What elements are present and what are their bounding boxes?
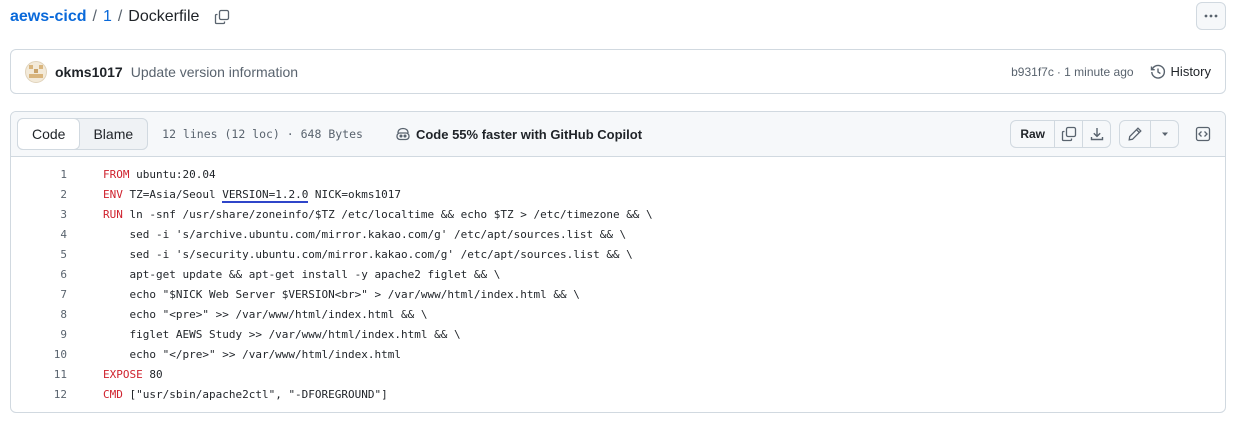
line-content[interactable]: CMD ["usr/sbin/apache2ctl", "-DFOREGROUN…	[103, 388, 388, 401]
code-text: 80	[142, 367, 163, 381]
line-number[interactable]: 6	[11, 268, 67, 281]
line-number[interactable]: 11	[11, 368, 67, 381]
raw-actions-group: Raw	[1010, 120, 1111, 148]
file-viewer: Code Blame 12 lines (12 loc) · 648 Bytes…	[10, 111, 1226, 413]
code-line: 11 EXPOSE 80	[11, 364, 1225, 384]
download-button[interactable]	[1082, 121, 1110, 147]
code-line: 5 sed -i 's/security.ubuntu.com/mirror.k…	[11, 244, 1225, 264]
view-mode-toggle: Code Blame	[17, 118, 149, 150]
code-text: echo "$NICK Web Server $VERSION<br>" > /…	[103, 287, 580, 301]
copy-icon	[1061, 126, 1076, 142]
line-content[interactable]: ENV TZ=Asia/Seoul VERSION=1.2.0 NICK=okm…	[103, 187, 402, 203]
edit-dropdown-button[interactable]	[1150, 121, 1178, 147]
code-line: 3 RUN ln -snf /usr/share/zoneinfo/$TZ /e…	[11, 204, 1225, 224]
code-line: 4 sed -i 's/archive.ubuntu.com/mirror.ka…	[11, 224, 1225, 244]
avatar[interactable]	[25, 60, 47, 83]
line-number[interactable]: 2	[11, 188, 67, 201]
line-content[interactable]: EXPOSE 80	[103, 368, 163, 381]
copilot-promo-link[interactable]: Code 55% faster with GitHub Copilot	[395, 126, 642, 142]
commit-info: b931f7c · 1 minute ago History	[1011, 64, 1211, 80]
code-line: 10 echo "</pre>" >> /var/www/html/index.…	[11, 344, 1225, 364]
edit-actions-group	[1119, 120, 1179, 148]
line-number[interactable]: 3	[11, 208, 67, 221]
edit-file-button[interactable]	[1120, 121, 1150, 147]
code-text: TZ=Asia/Seoul	[122, 187, 223, 201]
file-header: Code Blame 12 lines (12 loc) · 648 Bytes…	[11, 112, 1225, 157]
pencil-icon	[1128, 127, 1142, 141]
tab-blame[interactable]: Blame	[79, 119, 147, 149]
code-square-icon	[1195, 126, 1211, 142]
code-line: 2 ENV TZ=Asia/Seoul VERSION=1.2.0 NICK=o…	[11, 184, 1225, 204]
code-text: echo "</pre>" >> /var/www/html/index.htm…	[103, 347, 402, 361]
history-icon	[1150, 64, 1165, 79]
highlighted-version-text: VERSION=1.2.0	[222, 187, 309, 203]
line-content[interactable]: sed -i 's/security.ubuntu.com/mirror.kak…	[103, 247, 633, 261]
file-actions: Raw	[1010, 120, 1217, 148]
history-label: History	[1170, 64, 1211, 79]
copy-raw-button[interactable]	[1054, 121, 1082, 147]
line-content[interactable]: RUN ln -snf /usr/share/zoneinfo/$TZ /etc…	[103, 208, 653, 221]
line-number[interactable]: 4	[11, 228, 67, 241]
line-number[interactable]: 8	[11, 308, 67, 321]
code-keyword: CMD	[103, 387, 123, 401]
commit-message[interactable]: Update version information	[131, 64, 298, 80]
breadcrumb: aews-cicd / 1 / Dockerfile	[10, 4, 233, 30]
code-keyword: FROM	[103, 167, 130, 181]
code-line: 12 CMD ["usr/sbin/apache2ctl", "-DFOREGR…	[11, 384, 1225, 404]
breadcrumb-separator: /	[117, 8, 123, 25]
line-content[interactable]: echo "$NICK Web Server $VERSION<br>" > /…	[103, 287, 580, 301]
code-line: 8 echo "<pre>" >> /var/www/html/index.ht…	[11, 304, 1225, 324]
commit-author[interactable]: okms1017	[55, 64, 123, 80]
code-text: ubuntu:20.04	[129, 167, 216, 181]
breadcrumb-file-name: Dockerfile	[128, 8, 200, 25]
file-meta: 12 lines (12 loc) · 648 Bytes	[162, 127, 363, 141]
breadcrumb-folder-link[interactable]: 1	[103, 8, 112, 26]
line-content[interactable]: apt-get update && apt-get install -y apa…	[103, 268, 500, 281]
line-content[interactable]: echo "</pre>" >> /var/www/html/index.htm…	[103, 348, 401, 361]
code-line: 6 apt-get update && apt-get install -y a…	[11, 264, 1225, 284]
code-line: 9 figlet AEWS Study >> /var/www/html/ind…	[11, 324, 1225, 344]
line-number[interactable]: 10	[11, 348, 67, 361]
code-text: sed -i 's/security.ubuntu.com/mirror.kak…	[103, 247, 633, 261]
breadcrumb-separator: /	[92, 8, 97, 25]
code-keyword: EXPOSE	[103, 367, 143, 381]
commit-sha[interactable]: b931f7c	[1011, 65, 1054, 79]
line-number[interactable]: 9	[11, 328, 67, 341]
code-keyword: RUN	[103, 207, 123, 221]
code-text: echo "<pre>" >> /var/www/html/index.html…	[103, 307, 428, 321]
code-text: NICK=okms1017	[308, 187, 402, 201]
line-content[interactable]: figlet AEWS Study >> /var/www/html/index…	[103, 327, 461, 341]
raw-button[interactable]: Raw	[1011, 121, 1054, 147]
copilot-icon	[396, 127, 410, 141]
code-text: sed -i 's/archive.ubuntu.com/mirror.kaka…	[103, 227, 627, 241]
download-icon	[1090, 128, 1103, 141]
more-options-button[interactable]	[1196, 2, 1226, 30]
copy-path-icon[interactable]	[211, 6, 233, 28]
code-line: 1 FROM ubuntu:20.04	[11, 164, 1225, 184]
code-view: 1 FROM ubuntu:20.04 2 ENV TZ=Asia/Seoul …	[11, 157, 1225, 404]
code-line: 7 echo "$NICK Web Server $VERSION<br>" >…	[11, 284, 1225, 304]
line-content[interactable]: sed -i 's/archive.ubuntu.com/mirror.kaka…	[103, 228, 626, 241]
commit-time: · 1 minute ago	[1056, 64, 1134, 79]
code-text: ln -snf /usr/share/zoneinfo/$TZ /etc/loc…	[122, 207, 653, 221]
copilot-label: Code 55% faster with GitHub Copilot	[415, 126, 643, 142]
line-content[interactable]: echo "<pre>" >> /var/www/html/index.html…	[103, 307, 428, 321]
line-number[interactable]: 7	[11, 288, 67, 301]
code-keyword: ENV	[103, 187, 123, 201]
breadcrumb-repo-link[interactable]: aews-cicd	[10, 8, 86, 26]
kebab-horizontal-icon	[1204, 14, 1218, 18]
line-number[interactable]: 12	[11, 388, 67, 401]
code-text: ["usr/sbin/apache2ctl", "-DFOREGROUND"]	[122, 387, 388, 401]
line-number[interactable]: 1	[11, 168, 67, 181]
triangle-down-icon	[1161, 132, 1168, 136]
tab-code[interactable]: Code	[17, 118, 81, 150]
line-number[interactable]: 5	[11, 248, 67, 261]
latest-commit-bar: okms1017 Update version information b931…	[10, 49, 1226, 94]
symbols-panel-button[interactable]	[1189, 120, 1217, 148]
code-text: figlet AEWS Study >> /var/www/html/index…	[103, 327, 461, 341]
history-button[interactable]: History	[1150, 64, 1211, 80]
code-text: apt-get update && apt-get install -y apa…	[103, 267, 501, 281]
line-content[interactable]: FROM ubuntu:20.04	[103, 168, 216, 181]
